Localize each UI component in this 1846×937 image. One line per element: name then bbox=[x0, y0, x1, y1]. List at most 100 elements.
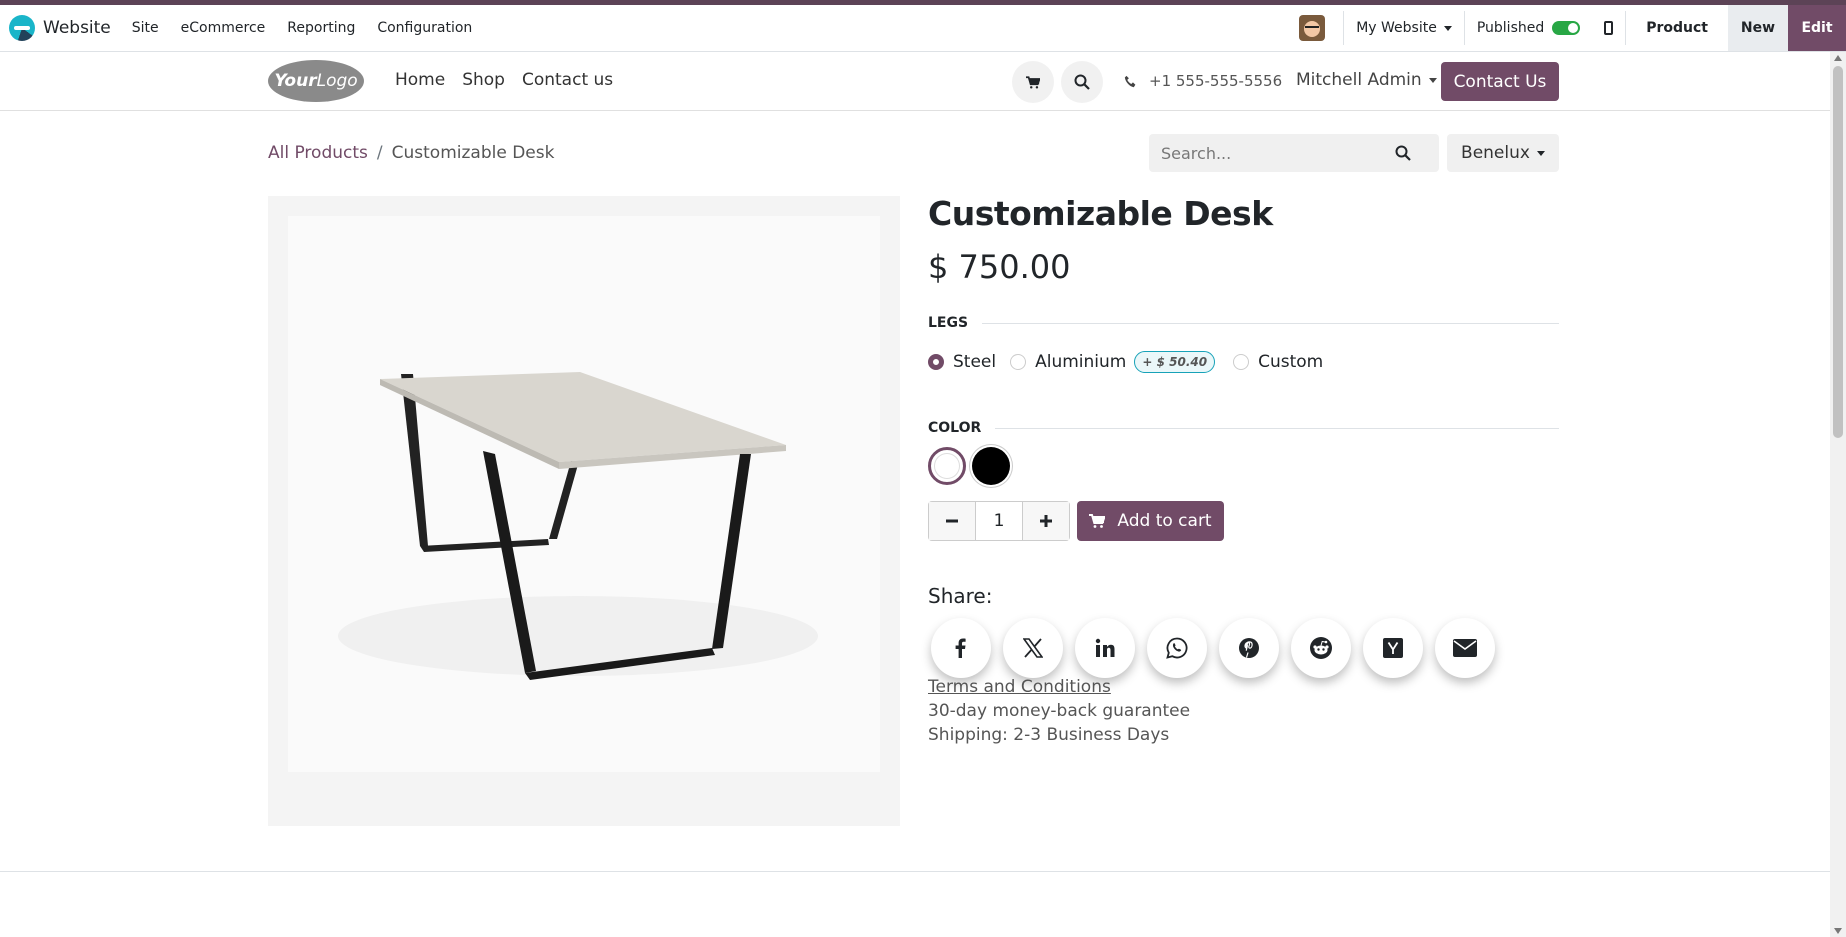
desk-illustration bbox=[288, 216, 880, 772]
share-facebook-button[interactable] bbox=[931, 618, 991, 678]
breadcrumb-separator: / bbox=[376, 143, 383, 163]
user-name: Mitchell Admin bbox=[1296, 70, 1422, 90]
x-icon bbox=[1023, 638, 1043, 658]
scrollbar[interactable] bbox=[1830, 52, 1846, 937]
cart-icon bbox=[1089, 514, 1106, 528]
search-input[interactable] bbox=[1149, 143, 1389, 163]
radio-checked-icon[interactable] bbox=[928, 354, 944, 370]
email-icon bbox=[1453, 639, 1477, 657]
guarantee-text: 30-day money-back guarantee bbox=[928, 701, 1191, 721]
phone-icon bbox=[1124, 75, 1136, 87]
pricelist-dropdown[interactable]: Benelux bbox=[1447, 134, 1559, 172]
color-swatch-black[interactable] bbox=[972, 447, 1010, 485]
add-to-cart-label: Add to cart bbox=[1117, 511, 1212, 531]
menu-item-ecommerce[interactable]: eCommerce bbox=[170, 20, 277, 36]
terms-link[interactable]: Terms and Conditions bbox=[928, 677, 1111, 697]
pricelist-label: Benelux bbox=[1461, 143, 1530, 163]
published-toggle[interactable]: Published bbox=[1465, 5, 1592, 51]
share-reddit-button[interactable] bbox=[1291, 618, 1351, 678]
nav-item-home[interactable]: Home bbox=[395, 70, 445, 90]
whatsapp-icon bbox=[1166, 637, 1188, 659]
pinterest-icon bbox=[1239, 638, 1259, 658]
header-search-button[interactable] bbox=[1061, 61, 1103, 103]
share-hackernews-button[interactable] bbox=[1363, 618, 1423, 678]
chevron-down-icon bbox=[1428, 77, 1437, 83]
divider bbox=[0, 871, 1830, 872]
cart-button[interactable] bbox=[1012, 61, 1054, 103]
phone-number: +1 555-555-5556 bbox=[1149, 72, 1283, 90]
color-swatch-white[interactable] bbox=[928, 447, 966, 485]
product-price: $ 750.00 bbox=[928, 248, 1071, 286]
product-search bbox=[1149, 134, 1439, 172]
menu-item-reporting[interactable]: Reporting bbox=[276, 20, 366, 36]
phone-link[interactable]: +1 555-555-5556 bbox=[1124, 72, 1282, 90]
contact-us-button[interactable]: Contact Us bbox=[1441, 62, 1559, 101]
user-avatar[interactable] bbox=[1299, 15, 1326, 41]
shipping-text: Shipping: 2-3 Business Days bbox=[928, 725, 1170, 745]
breadcrumb-current: Customizable Desk bbox=[391, 143, 555, 163]
scroll-up-icon[interactable] bbox=[1834, 55, 1842, 61]
legs-option-steel[interactable]: Steel bbox=[928, 352, 996, 372]
search-icon[interactable] bbox=[1395, 145, 1411, 161]
legs-option-label: Custom bbox=[1258, 352, 1324, 372]
app-name[interactable]: Website bbox=[43, 18, 111, 38]
radio-icon[interactable] bbox=[1010, 354, 1027, 370]
legs-option-label: Aluminium bbox=[1035, 352, 1127, 372]
site-logo[interactable]: Your Logo bbox=[268, 60, 364, 102]
search-icon bbox=[1074, 74, 1090, 90]
legs-label: LEGS bbox=[928, 315, 969, 331]
share-email-button[interactable] bbox=[1435, 618, 1495, 678]
logo-text: Logo bbox=[316, 71, 358, 91]
scrollbar-thumb[interactable] bbox=[1833, 66, 1843, 438]
add-to-cart-button[interactable]: Add to cart bbox=[1077, 501, 1224, 541]
breadcrumb-all-products[interactable]: All Products bbox=[268, 143, 368, 163]
reddit-icon bbox=[1310, 637, 1332, 659]
chevron-down-icon bbox=[1536, 150, 1545, 156]
website-selector[interactable]: My Website bbox=[1344, 5, 1464, 51]
scroll-down-icon[interactable] bbox=[1834, 928, 1842, 934]
divider bbox=[982, 322, 1559, 324]
product-button[interactable]: Product bbox=[1626, 5, 1728, 51]
logo-text-bold: Your bbox=[274, 71, 317, 91]
legs-option-aluminium[interactable]: Aluminium bbox=[1010, 352, 1126, 372]
breadcrumb: All Products / Customizable Desk bbox=[268, 143, 554, 163]
edit-button[interactable]: Edit bbox=[1788, 5, 1846, 51]
nav-item-shop[interactable]: Shop bbox=[462, 70, 505, 90]
menu-item-site[interactable]: Site bbox=[121, 20, 170, 36]
share-x-button[interactable] bbox=[1003, 618, 1063, 678]
website-selector-label: My Website bbox=[1356, 20, 1437, 36]
facebook-icon bbox=[955, 638, 966, 658]
menu-item-configuration[interactable]: Configuration bbox=[366, 20, 483, 36]
main-nav: Home Shop Contact us bbox=[395, 70, 630, 90]
share-linkedin-button[interactable] bbox=[1075, 618, 1135, 678]
new-button[interactable]: New bbox=[1728, 5, 1788, 51]
increase-quantity-button[interactable] bbox=[1023, 502, 1069, 540]
admin-menu: Site eCommerce Reporting Configuration bbox=[121, 20, 484, 36]
legs-options: Steel Aluminium + $ 50.40 Custom bbox=[928, 351, 1337, 373]
price-extra-badge: + $ 50.40 bbox=[1134, 351, 1216, 373]
legs-option-label: Steel bbox=[953, 352, 997, 372]
radio-icon[interactable] bbox=[1233, 354, 1250, 370]
share-whatsapp-button[interactable] bbox=[1147, 618, 1207, 678]
decrease-quantity-button[interactable] bbox=[929, 502, 975, 540]
plus-icon bbox=[1040, 515, 1052, 527]
quantity-stepper: 1 bbox=[928, 501, 1070, 541]
nav-item-contact[interactable]: Contact us bbox=[522, 70, 613, 90]
user-menu[interactable]: Mitchell Admin bbox=[1296, 70, 1437, 90]
share-label: Share: bbox=[928, 584, 993, 608]
site-header: Your Logo Home Shop Contact us +1 555-555… bbox=[0, 52, 1830, 111]
quantity-input[interactable]: 1 bbox=[975, 502, 1023, 540]
toggle-switch[interactable] bbox=[1552, 21, 1581, 35]
legs-attribute-header: LEGS bbox=[928, 315, 1559, 331]
chevron-down-icon bbox=[1443, 25, 1452, 31]
cart-icon bbox=[1026, 75, 1040, 89]
share-pinterest-button[interactable] bbox=[1219, 618, 1279, 678]
mobile-preview-icon[interactable] bbox=[1604, 21, 1614, 35]
product-image[interactable] bbox=[268, 196, 900, 826]
admin-navbar: Website Site eCommerce Reporting Configu… bbox=[0, 0, 1846, 52]
minus-icon bbox=[946, 519, 958, 523]
color-label: COLOR bbox=[928, 420, 982, 436]
legs-option-custom[interactable]: Custom bbox=[1233, 352, 1323, 372]
website-app-icon[interactable] bbox=[9, 15, 35, 41]
published-label: Published bbox=[1476, 20, 1545, 36]
